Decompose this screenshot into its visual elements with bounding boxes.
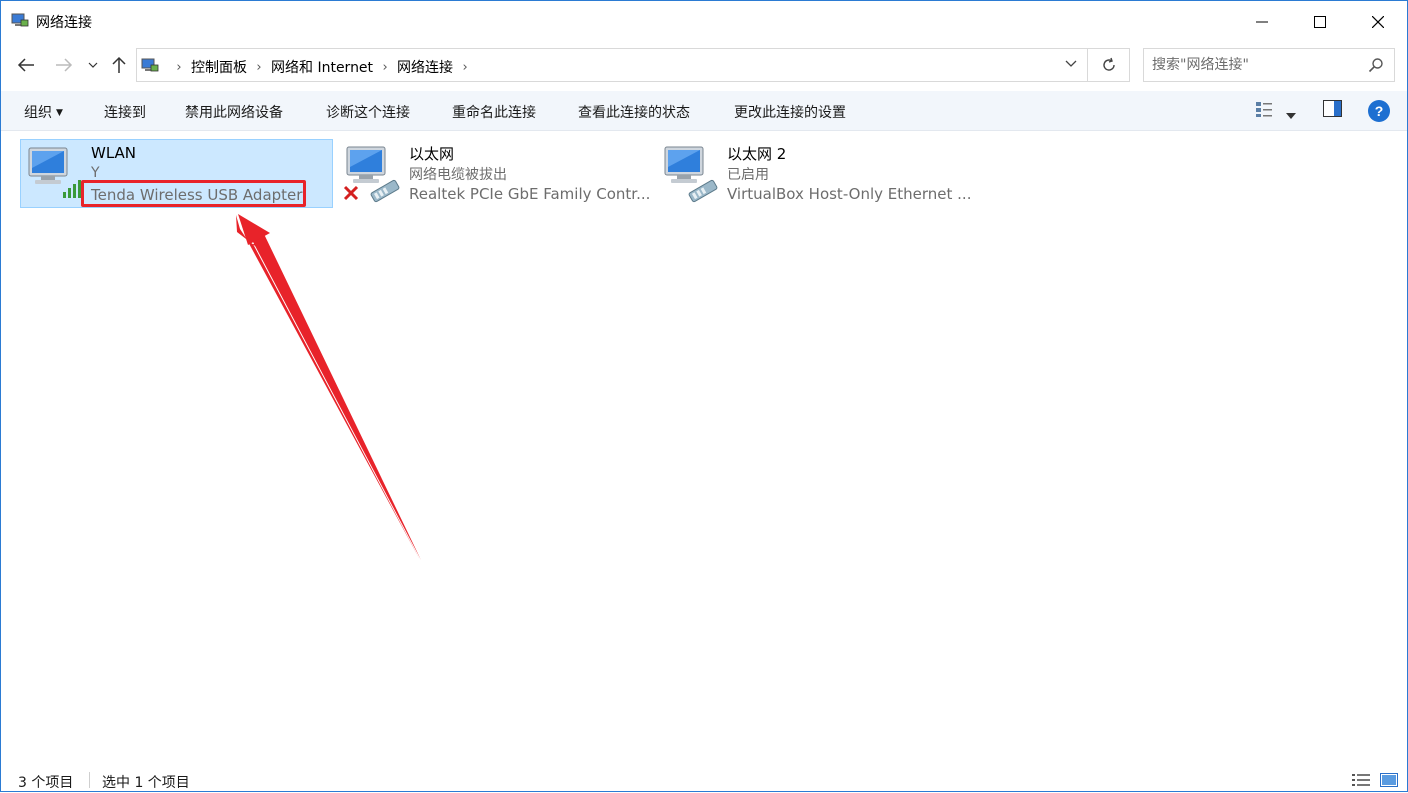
items-view: WLAN Y Tenda Wireless USB Adapter 以太网 网络… [1, 132, 1407, 762]
network-connections-icon [11, 13, 29, 27]
search-icon[interactable] [1368, 57, 1384, 73]
selected-count: 选中 1 个项目 [102, 775, 190, 791]
wifi-adapter-icon [28, 147, 81, 198]
connection-status: Y [91, 165, 100, 181]
chevron-down-icon [1065, 60, 1077, 67]
large-icons-view-icon [1380, 773, 1398, 787]
connection-status: 网络电缆被拔出 [409, 167, 507, 183]
help-button[interactable]: ? [1368, 100, 1390, 122]
breadcrumb-separator-icon[interactable]: › [453, 60, 477, 75]
ethernet-disconnected-icon [343, 146, 400, 203]
navigation-bar: › 控制面板 › 网络和 Internet › 网络连接 › [1, 43, 1407, 87]
breadcrumb-network-internet[interactable]: 网络和 Internet [271, 57, 373, 77]
view-status-button[interactable]: 查看此连接的状态 [578, 102, 690, 122]
details-view-icon [1352, 774, 1370, 786]
minimize-icon [1256, 21, 1268, 23]
connection-status: 已启用 [727, 167, 769, 183]
connection-item-ethernet-2[interactable]: 以太网 2 已启用 VirtualBox Host-Only Ethernet … [657, 139, 971, 208]
address-history-button[interactable] [1065, 57, 1077, 71]
minimize-button[interactable] [1233, 1, 1291, 43]
rename-button[interactable]: 重命名此连接 [452, 102, 536, 122]
recent-locations-button[interactable] [83, 53, 103, 77]
connection-name: 以太网 [409, 145, 455, 163]
explorer-window: 网络连接 › 控制面板 › 网络和 Internet › 网络连接 › 搜索"网… [0, 0, 1408, 792]
forward-arrow-icon [56, 58, 73, 72]
chevron-down-icon [88, 62, 98, 68]
preview-pane-icon [1323, 100, 1342, 117]
diagnose-button[interactable]: 诊断这个连接 [326, 102, 410, 122]
address-bar[interactable]: › 控制面板 › 网络和 Internet › 网络连接 › [136, 48, 1088, 82]
refresh-icon [1102, 57, 1115, 71]
close-button[interactable] [1349, 1, 1407, 43]
connection-name: 以太网 2 [727, 145, 787, 163]
forward-button[interactable] [52, 53, 76, 77]
connection-device: Realtek PCIe GbE Family Contr... [409, 185, 651, 203]
view-options-icon [1256, 102, 1272, 117]
caret-down-icon: ▼ [56, 108, 63, 118]
breadcrumb-separator-icon[interactable]: › [247, 60, 271, 75]
breadcrumb-separator-icon: › [176, 59, 182, 75]
refresh-button[interactable] [1088, 48, 1130, 82]
command-bar: 组织 ▼ 连接到 禁用此网络设备 诊断这个连接 重命名此连接 查看此连接的状态 更… [1, 91, 1407, 131]
item-count: 3 个项目 [18, 775, 74, 791]
search-input[interactable] [1144, 49, 1364, 81]
up-arrow-icon [112, 56, 126, 73]
change-settings-button[interactable]: 更改此连接的设置 [734, 102, 846, 122]
ethernet-adapter-icon [664, 146, 718, 203]
annotation-highlight-box [81, 180, 306, 207]
organize-button[interactable]: 组织 ▼ [24, 102, 63, 122]
caret-down-icon [1286, 113, 1296, 119]
status-bar: 3 个项目 选中 1 个项目 [1, 766, 1407, 793]
up-button[interactable] [107, 53, 131, 77]
maximize-button[interactable] [1291, 1, 1349, 43]
help-icon: ? [1374, 103, 1384, 119]
large-icons-view-button[interactable] [1380, 772, 1398, 791]
maximize-icon [1314, 16, 1326, 28]
preview-pane-button[interactable] [1323, 100, 1342, 121]
organize-label: 组织 [24, 105, 52, 121]
breadcrumb-separator-icon[interactable]: › [373, 60, 397, 75]
details-view-button[interactable] [1352, 772, 1370, 791]
breadcrumb-control-panel[interactable]: 控制面板 [191, 57, 247, 77]
disable-device-button[interactable]: 禁用此网络设备 [185, 102, 283, 122]
back-arrow-icon [17, 58, 34, 72]
connection-device: VirtualBox Host-Only Ethernet ... [727, 185, 972, 203]
search-box[interactable] [1143, 48, 1395, 82]
breadcrumb-network-connections[interactable]: 网络连接 [397, 57, 453, 77]
connect-to-button[interactable]: 连接到 [104, 102, 146, 122]
view-dropdown-button[interactable] [1286, 104, 1296, 123]
network-connections-icon [141, 58, 159, 72]
change-view-button[interactable] [1255, 100, 1273, 122]
window-title: 网络连接 [36, 15, 92, 31]
title-bar: 网络连接 [1, 1, 1407, 43]
back-button[interactable] [14, 53, 38, 77]
connection-name: WLAN [91, 144, 137, 162]
close-icon [1372, 16, 1384, 28]
connection-item-ethernet[interactable]: 以太网 网络电缆被拔出 Realtek PCIe GbE Family Cont… [339, 139, 650, 208]
status-divider [89, 772, 90, 788]
breadcrumb: › 控制面板 › 网络和 Internet › 网络连接 › [167, 57, 477, 77]
